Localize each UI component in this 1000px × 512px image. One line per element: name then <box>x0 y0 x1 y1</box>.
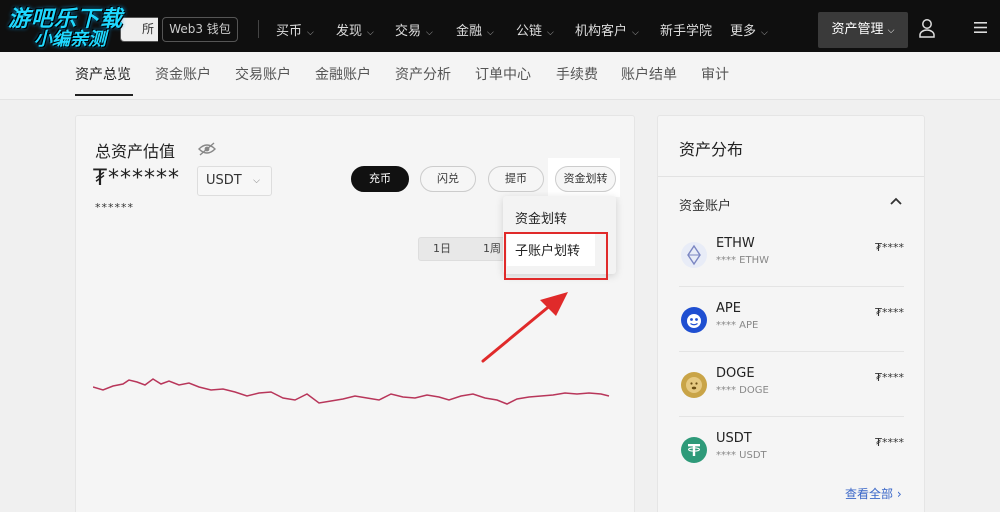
doge-icon <box>681 372 707 398</box>
total-assets-amount: ₮****** <box>93 166 180 191</box>
menu-item-fund-transfer[interactable]: 资金划转 <box>515 208 567 227</box>
transfer-button[interactable]: 资金划转 <box>555 166 616 192</box>
chevron-down-icon: ⌵ <box>307 28 314 38</box>
subtab-fees[interactable]: 手续费 <box>556 64 598 84</box>
watermark-logo: 游吧乐下载 小编亲测 <box>8 7 124 51</box>
subtab-statements[interactable]: 账户结单 <box>621 64 677 84</box>
web3-wallet-tab[interactable]: Web3 钱包 <box>162 17 238 42</box>
chevron-down-icon: ⌵ <box>632 28 639 38</box>
eye-hidden-icon[interactable] <box>198 142 216 156</box>
asset-row-doge[interactable]: DOGE **** DOGE ₮**** <box>679 353 904 417</box>
ape-icon <box>681 307 707 333</box>
asset-row-ethw[interactable]: ETHW **** ETHW ₮**** <box>679 223 904 287</box>
total-assets-sub-amount: ****** <box>95 201 134 214</box>
nav-item-institutional[interactable]: 机构客户 ⌵ <box>575 20 639 39</box>
chevron-up-icon[interactable] <box>889 196 903 206</box>
subtab-order-center[interactable]: 订单中心 <box>475 64 531 84</box>
chevron-down-icon: ⌵ <box>426 28 433 38</box>
annotation-red-box <box>504 232 608 280</box>
chevron-down-icon: ⌵ <box>253 176 260 186</box>
subtab-overview[interactable]: 资产总览 <box>75 64 131 84</box>
convert-button[interactable]: 闪兑 <box>420 166 476 192</box>
period-1w-button[interactable]: 1周 <box>483 238 501 260</box>
subtab-funding-account[interactable]: 资金账户 <box>155 64 211 84</box>
asset-distribution-title: 资产分布 <box>679 140 744 159</box>
subtab-asset-analysis[interactable]: 资产分析 <box>395 64 451 84</box>
nav-item-discover[interactable]: 发现 ⌵ <box>336 20 374 39</box>
chevron-down-icon: ⌵ <box>487 28 494 38</box>
subtab-trading-account[interactable]: 交易账户 <box>235 64 291 84</box>
nav-divider <box>258 20 259 38</box>
nav-item-academy[interactable]: 新手学院 <box>660 20 712 39</box>
currency-select[interactable]: USDT ⌵ <box>197 166 272 196</box>
withdraw-button[interactable]: 提币 <box>488 166 544 192</box>
nav-item-finance[interactable]: 金融 ⌵ <box>456 20 494 39</box>
funding-account-label: 资金账户 <box>679 199 732 214</box>
nav-item-buy-crypto[interactable]: 买币 ⌵ <box>276 20 314 39</box>
user-icon[interactable] <box>918 18 936 38</box>
asset-trend-line <box>93 378 610 405</box>
subtab-finance-account[interactable]: 金融账户 <box>315 64 371 84</box>
chevron-down-icon: ⌵ <box>761 28 768 38</box>
chevron-down-icon: ⌵ <box>547 28 554 38</box>
subtab-audit[interactable]: 审计 <box>701 64 729 84</box>
total-assets-title: 总资产估值 <box>95 142 176 161</box>
menu-icon[interactable] <box>974 22 987 33</box>
asset-row-ape[interactable]: APE **** APE ₮**** <box>679 288 904 352</box>
tether-icon <box>681 437 707 463</box>
ethw-icon <box>681 242 707 268</box>
divider <box>658 176 924 177</box>
chevron-down-icon: ⌵ <box>367 28 374 38</box>
asset-trend-chart <box>93 378 610 405</box>
period-1d-button[interactable]: 1日 <box>433 238 451 260</box>
annotation-arrow-icon <box>481 292 568 363</box>
chevron-down-icon: ⌵ <box>887 26 895 36</box>
active-tab-indicator <box>75 94 133 96</box>
nav-item-trade[interactable]: 交易 ⌵ <box>395 20 433 39</box>
asset-row-usdt[interactable]: USDT **** USDT ₮**** <box>679 418 904 482</box>
deposit-button[interactable]: 充币 <box>351 166 409 192</box>
asset-subtabs: 资产总览 资金账户 交易账户 金融账户 资产分析 订单中心 手续费 账户结单 审… <box>0 52 1000 100</box>
view-all-link[interactable]: 查看全部 › <box>845 485 902 502</box>
nav-item-public-chain[interactable]: 公链 ⌵ <box>516 20 554 39</box>
asset-management-button[interactable]: 资产管理 ⌵ <box>818 12 908 48</box>
nav-item-more[interactable]: 更多 ⌵ <box>730 20 768 39</box>
